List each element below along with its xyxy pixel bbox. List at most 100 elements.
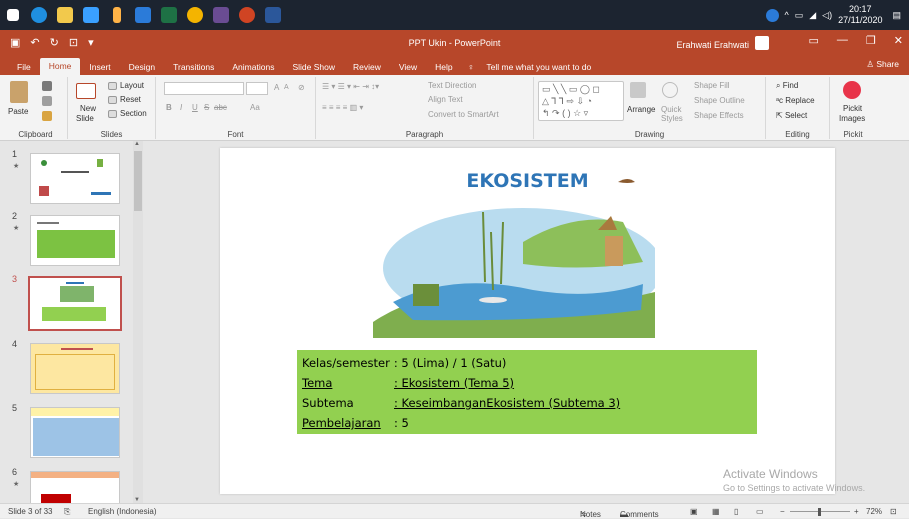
zoom-in-button[interactable]: + — [854, 507, 859, 516]
bullets-icon[interactable]: ☰ ▾ ☰ ▾ ⇤ ⇥ ↕▾ — [322, 82, 379, 91]
thumbnail-row-3[interactable]: 3 — [0, 274, 135, 334]
font-name-combo[interactable] — [164, 82, 244, 95]
tab-animations[interactable]: Animations — [223, 60, 283, 75]
tab-slide-show[interactable]: Slide Show — [283, 60, 344, 75]
slide-thumbnail-6[interactable] — [30, 471, 120, 503]
language-indicator[interactable]: English (Indonesia) — [88, 507, 156, 516]
reset-button[interactable]: Reset — [120, 95, 141, 104]
shadow-button[interactable]: S — [204, 103, 209, 112]
thumbnail-scrollbar[interactable]: ▲ ▼ — [133, 141, 143, 503]
share-button[interactable]: ♙ Share — [866, 59, 899, 70]
slide-thumbnail-4[interactable] — [30, 343, 120, 394]
slide-thumbnail-3[interactable] — [28, 276, 122, 331]
edge-icon[interactable] — [26, 0, 52, 30]
zoom-out-button[interactable]: − — [780, 507, 785, 516]
battery-icon[interactable]: ▭ — [795, 10, 804, 21]
slideshow-view-icon[interactable]: ▭ — [756, 507, 764, 516]
minimize-icon[interactable]: — — [837, 34, 848, 47]
word-icon[interactable] — [260, 0, 286, 30]
quick-styles-button[interactable]: Quick — [661, 105, 681, 114]
lesson-info-box[interactable]: Kelas/semester : 5 (Lima) / 1 (Satu) Tem… — [297, 350, 757, 434]
zoom-slider-thumb[interactable] — [818, 508, 821, 516]
tell-me-box[interactable]: Tell me what you want to do — [474, 60, 591, 75]
align-icons[interactable]: ≡ ≡ ≡ ≡ ▥ ▾ — [322, 103, 363, 112]
user-account[interactable]: Erahwati Erahwati — [676, 38, 769, 52]
photos-icon[interactable] — [130, 0, 156, 30]
thumbnail-row-4[interactable]: 4 — [0, 339, 135, 399]
tab-transitions[interactable]: Transitions — [164, 60, 223, 75]
new-slide-icon[interactable] — [76, 83, 96, 99]
ribbon-display-icon[interactable]: ▭ — [809, 34, 819, 47]
cut-icon[interactable] — [42, 81, 52, 91]
clear-format-icon[interactable]: ⊘ — [298, 83, 305, 92]
windows-start-icon[interactable] — [0, 0, 26, 30]
shape-fill-button[interactable]: Shape Fill — [694, 81, 730, 90]
slide-thumbnail-1[interactable] — [30, 153, 120, 204]
new-slide-button[interactable]: New — [80, 104, 96, 113]
tab-home[interactable]: Home — [40, 58, 81, 75]
italic-button[interactable]: I — [180, 103, 182, 112]
font-size-combo[interactable] — [246, 82, 268, 95]
tab-design[interactable]: Design — [120, 60, 164, 75]
winamp-icon[interactable] — [104, 0, 130, 30]
shrink-font-button[interactable]: A — [284, 84, 289, 91]
clock[interactable]: 20:17 27/11/2020 — [838, 4, 882, 26]
slide-thumbnail-2[interactable] — [30, 215, 120, 266]
ecosystem-illustration[interactable] — [373, 172, 655, 338]
strikethrough-button[interactable]: abc — [214, 103, 227, 112]
arrange-button[interactable]: Arrange — [627, 105, 655, 114]
media-icon[interactable] — [208, 0, 234, 30]
volume-icon[interactable]: ◁) — [822, 10, 832, 21]
spell-check-icon[interactable]: ⎘ — [64, 507, 70, 517]
tab-review[interactable]: Review — [344, 60, 390, 75]
thumbnail-row-5[interactable]: 5 — [0, 403, 135, 463]
underline-button[interactable]: U — [192, 103, 198, 112]
layout-button[interactable]: Layout — [120, 81, 144, 90]
format-painter-icon[interactable] — [42, 111, 52, 121]
reading-view-icon[interactable]: ▯ — [734, 507, 738, 516]
powerpoint-icon[interactable] — [234, 0, 260, 30]
tab-file[interactable]: File — [8, 60, 40, 75]
file-explorer-icon[interactable] — [52, 0, 78, 30]
help-icon[interactable] — [766, 9, 779, 22]
paste-button[interactable]: Paste — [8, 107, 28, 116]
slide-sorter-icon[interactable]: ▦ — [712, 507, 720, 516]
scrollbar-thumb[interactable] — [134, 151, 142, 211]
align-text-button[interactable]: Align Text — [428, 95, 463, 104]
excel-icon[interactable] — [156, 0, 182, 30]
thumbnail-row-2[interactable]: 2 ★ — [0, 211, 135, 271]
fit-to-window-icon[interactable]: ⊡ — [890, 507, 897, 516]
bold-button[interactable]: B — [166, 103, 172, 112]
store-icon[interactable] — [78, 0, 104, 30]
scroll-up-icon[interactable]: ▲ — [134, 141, 140, 147]
pickit-icon[interactable] — [843, 81, 861, 99]
thumbnail-row-6[interactable]: 6 ★ — [0, 467, 135, 503]
notification-icon[interactable]: ▤ — [892, 10, 901, 21]
convert-smartart-button[interactable]: Convert to SmartArt — [428, 110, 499, 119]
grow-font-button[interactable]: A — [274, 83, 279, 92]
close-icon[interactable]: ✕ — [894, 34, 903, 47]
pickit-images-button[interactable]: Pickit — [843, 104, 862, 113]
find-button[interactable]: Find — [783, 81, 799, 90]
section-button[interactable]: Section — [120, 109, 147, 118]
zoom-level[interactable]: 72% — [866, 507, 882, 516]
paste-icon[interactable] — [10, 81, 28, 103]
shapes-gallery[interactable]: ▭ ╲ ╲ ▭ ◯ ◻△ ⅂ ⅂ ⇨ ⇩ ◔↰ ↷ ( ) ☆ ▿ — [538, 81, 624, 121]
copy-icon[interactable] — [42, 96, 52, 106]
chrome-icon[interactable] — [182, 0, 208, 30]
network-icon[interactable]: ◢ — [809, 10, 816, 21]
tab-help[interactable]: Help — [426, 60, 461, 75]
shape-effects-button[interactable]: Shape Effects — [694, 111, 744, 120]
thumbnail-row-1[interactable]: 1 ★ — [0, 149, 135, 209]
tray-chevron-icon[interactable]: ^ — [785, 10, 789, 20]
text-direction-button[interactable]: Text Direction — [428, 81, 476, 90]
change-case-button[interactable]: Aa — [250, 103, 260, 112]
tab-view[interactable]: View — [390, 60, 426, 75]
shape-outline-button[interactable]: Shape Outline — [694, 96, 745, 105]
current-slide[interactable]: EKOSISTEM Kelas/semester : 5 (Lima) / 1 … — [220, 148, 835, 494]
restore-icon[interactable]: ❐ — [866, 34, 876, 47]
slide-thumbnail-5[interactable] — [30, 407, 120, 458]
tab-insert[interactable]: Insert — [80, 60, 119, 75]
select-button[interactable]: Select — [785, 111, 807, 120]
replace-button[interactable]: Replace — [785, 96, 814, 105]
